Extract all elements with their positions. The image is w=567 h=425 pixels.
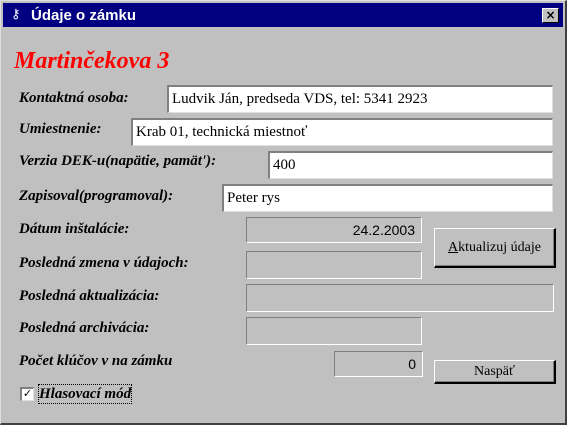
title-bar[interactable]: ⚷ Údaje o zámku × bbox=[3, 3, 563, 27]
last-archive-value bbox=[246, 317, 422, 345]
lock-address-heading: Martinčekova 3 bbox=[14, 48, 170, 74]
programmer-label: Zapisoval(programoval): bbox=[19, 188, 174, 204]
voting-mode-label[interactable]: Hlasovací mód bbox=[37, 384, 133, 404]
last-change-value bbox=[246, 251, 422, 279]
close-button[interactable]: × bbox=[542, 8, 559, 23]
dialog-window: ⚷ Údaje o zámku × Martinčekova 3 Kontakt… bbox=[0, 0, 567, 425]
key-count-value: 0 bbox=[334, 351, 423, 377]
update-data-button[interactable]: Aktualizuj údaje bbox=[434, 228, 556, 268]
programmer-input[interactable]: Peter rys bbox=[222, 184, 553, 212]
dek-version-input[interactable]: 400 bbox=[268, 151, 553, 179]
last-change-label: Posledná zmena v údajoch: bbox=[19, 255, 189, 271]
voting-mode-checkbox[interactable]: ✓ bbox=[20, 387, 34, 401]
last-update-value bbox=[246, 284, 554, 312]
key-icon: ⚷ bbox=[11, 7, 21, 22]
contact-label: Kontaktná osoba: bbox=[19, 90, 129, 106]
update-data-accel: A bbox=[448, 240, 459, 255]
last-archive-label: Posledná archivácia: bbox=[19, 320, 150, 336]
last-update-label: Posledná aktualizácia: bbox=[19, 288, 160, 304]
key-count-label: Počet klúčov v na zámku bbox=[19, 353, 173, 369]
install-date-value: 24.2.2003 bbox=[246, 217, 422, 243]
location-input[interactable]: Krab 01, technická miestnoť bbox=[131, 118, 553, 146]
update-data-label: ktualizuj údaje bbox=[458, 240, 541, 255]
location-label: Umiestnenie: bbox=[19, 121, 102, 137]
dek-version-label: Verzia DEK-u(napätie, pamät'): bbox=[19, 153, 217, 169]
back-button[interactable]: Naspäť bbox=[434, 360, 556, 384]
install-date-label: Dátum inštalácie: bbox=[19, 221, 130, 237]
contact-input[interactable]: Ludvik Ján, predseda VDS, tel: 5341 2923 bbox=[167, 85, 553, 113]
window-title: Údaje o zámku bbox=[31, 7, 137, 24]
